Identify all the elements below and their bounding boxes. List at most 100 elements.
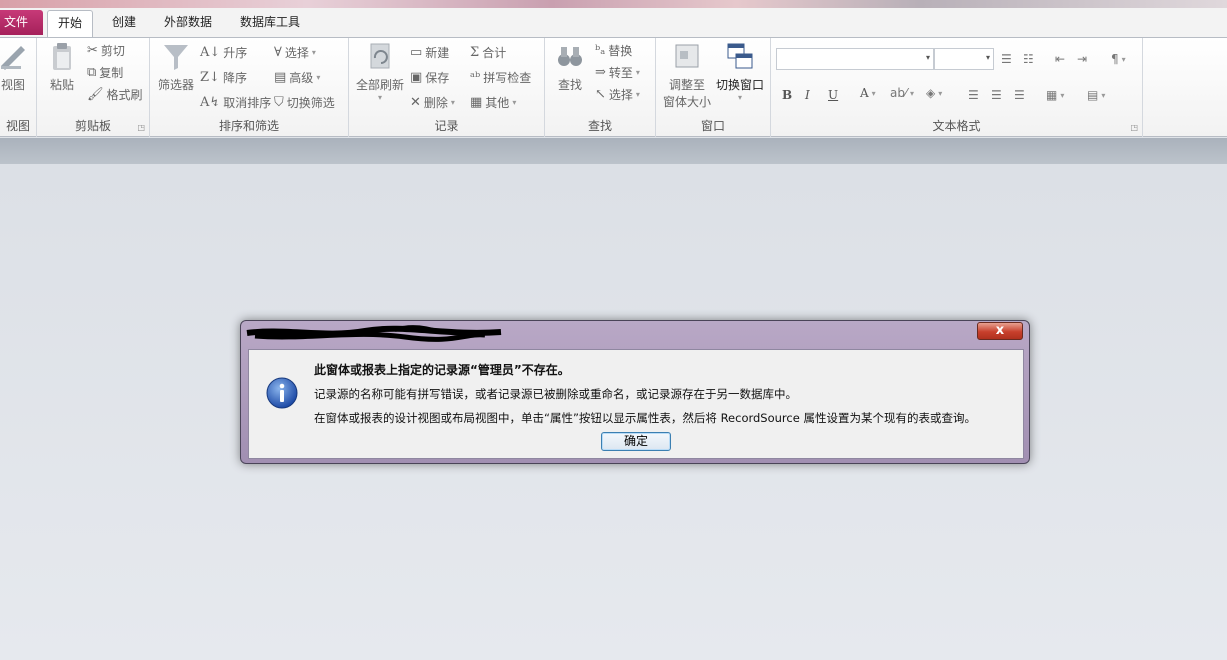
fill-color-button[interactable]: ◈ ▾ (926, 84, 942, 102)
paragraph-direction-icon: ¶ (1111, 52, 1119, 66)
format-painter-label: 格式刷 (106, 87, 143, 102)
text-format-launcher-icon[interactable]: ◳ (1130, 123, 1138, 132)
font-color-button[interactable]: A ▾ (860, 84, 876, 102)
sort-descending-button[interactable]: Z↓ 降序 (200, 68, 247, 86)
refresh-all-label: 全部刷新 (355, 78, 404, 92)
replace-icon: ᵇₐ (595, 42, 606, 58)
group-text-format: ▾ ▾ ☰ ☷ ⇤ ⇥ ¶ ▾ B I U A ▾ ab⁄ ▾ ◈ ▾ ☰ ☰ ☰ ▦ ▾… (771, 38, 1143, 137)
chevron-down-icon: ▾ (311, 47, 316, 57)
align-right-icon: ☰ (1014, 88, 1025, 102)
align-left-button[interactable]: ☰ (968, 86, 979, 104)
sort-ascending-icon: A↓ (200, 44, 221, 60)
underline-button[interactable]: U (828, 86, 838, 104)
remove-sort-button[interactable]: A↯ 取消排序 (200, 93, 271, 111)
increase-indent-icon: ⇥ (1077, 52, 1088, 66)
chevron-down-icon: ▾ (938, 88, 943, 98)
switch-windows-icon (727, 43, 753, 69)
cut-button[interactable]: ✂ 剪切 (87, 41, 125, 59)
font-color-icon: A (860, 86, 869, 100)
selection-filter-label: 选择 (284, 45, 309, 60)
spelling-label: 拼写检查 (483, 70, 532, 85)
dialog-message-line-2: 在窗体或报表的设计视图或布局视图中，单击“属性”按钮以显示属性表，然后将 Rec… (314, 411, 976, 425)
numbering-button[interactable]: ☷ (1023, 50, 1034, 68)
alternate-row-color-button[interactable]: ▤ ▾ (1087, 86, 1105, 104)
find-button[interactable]: 查找 (553, 42, 587, 93)
tab-file[interactable]: 文件 (0, 10, 43, 35)
format-painter-button[interactable]: 🖌 格式刷 (87, 85, 143, 103)
advanced-filter-button[interactable]: ▤ 高级 ▾ (274, 68, 320, 86)
more-records-button[interactable]: ▦ 其他 ▾ (470, 93, 516, 111)
info-icon (266, 377, 298, 409)
group-label-clipboard: 剪贴板 (74, 119, 111, 133)
delete-record-button[interactable]: ✕ 删除 ▾ (410, 93, 455, 111)
size-to-fit-button[interactable]: 调整至 窗体大小 (662, 42, 712, 110)
more-icon: ▦ (470, 94, 483, 110)
sort-descending-icon: Z↓ (200, 69, 220, 85)
delete-icon: ✕ (410, 94, 421, 110)
group-label-records: 记录 (434, 119, 459, 133)
gridlines-button[interactable]: ▦ ▾ (1046, 86, 1064, 104)
new-record-button[interactable]: ▭ 新建 (410, 43, 449, 61)
binoculars-icon (558, 47, 582, 66)
toggle-filter-label: 切换筛选 (286, 95, 335, 110)
chevron-down-icon: ▾ (909, 88, 914, 98)
italic-button[interactable]: I (805, 86, 810, 104)
tab-database-tools[interactable]: 数据库工具 (230, 10, 310, 37)
chevron-down-icon: ▾ (737, 93, 742, 102)
paint-bucket-icon: ◈ (926, 86, 936, 100)
ok-button[interactable]: 确定 (601, 432, 671, 451)
chevron-down-icon: ▾ (1101, 90, 1106, 100)
increase-indent-button[interactable]: ⇥ (1077, 50, 1087, 68)
font-size-combo[interactable]: ▾ (934, 48, 994, 70)
more-records-label: 其他 (485, 95, 510, 110)
totals-button[interactable]: Σ 合计 (470, 43, 506, 61)
chevron-down-icon: ▾ (985, 53, 990, 62)
highlight-button[interactable]: ab⁄ ▾ (890, 84, 914, 102)
advanced-filter-label: 高级 (289, 70, 314, 85)
tab-home[interactable]: 开始 (47, 10, 94, 37)
size-to-fit-label-2: 窗体大小 (662, 95, 711, 109)
paste-button[interactable]: 粘贴 (45, 42, 79, 93)
tab-external-data[interactable]: 外部数据 (154, 10, 222, 37)
decrease-indent-button[interactable]: ⇤ (1055, 50, 1065, 68)
paragraph-direction-button[interactable]: ¶ ▾ (1111, 50, 1126, 68)
ribbon: 视图 视图 粘贴 ✂ 剪切 ⧉ 复制 🖌 格式刷 剪贴板 ◳ 筛选器 A↓ 升序 Z↓ 降… (0, 37, 1227, 137)
view-icon (1, 46, 25, 70)
spelling-button[interactable]: ᵃᵇ 拼写检查 (470, 68, 531, 86)
delete-record-label: 删除 (423, 95, 448, 110)
close-button[interactable]: x (977, 322, 1023, 340)
chevron-down-icon: ▾ (635, 67, 640, 77)
filter-button[interactable]: 筛选器 (156, 42, 196, 93)
chevron-down-icon: ▾ (1121, 54, 1126, 64)
highlight-icon: ab⁄ (890, 86, 907, 100)
selection-filter-button[interactable]: ∀ 选择 ▾ (274, 43, 316, 61)
spelling-icon: ᵃᵇ (470, 69, 481, 85)
chevron-down-icon: ▾ (925, 53, 930, 62)
ribbon-tabs: 文件 开始 创建 外部数据 数据库工具 (0, 8, 1227, 37)
replace-button[interactable]: ᵇₐ 替换 (595, 41, 632, 59)
clipboard-launcher-icon[interactable]: ◳ (137, 123, 145, 132)
view-button[interactable]: 视图 (0, 42, 28, 93)
error-dialog: x 此窗体或报表上指定的记录源“管理员”不存在。 记录源的名称可能有拼写错误，或… (240, 320, 1030, 464)
save-record-button[interactable]: ▣ 保存 (410, 68, 449, 86)
select-button[interactable]: ↖ 选择 ▾ (595, 85, 640, 103)
bold-button[interactable]: B (782, 86, 792, 104)
font-name-combo[interactable]: ▾ (776, 48, 934, 70)
bullets-button[interactable]: ☰ (1001, 50, 1012, 68)
refresh-all-button[interactable]: 全部刷新 ▾ (355, 42, 405, 102)
align-center-button[interactable]: ☰ (991, 86, 1002, 104)
goto-button[interactable]: ⇒ 转至 ▾ (595, 63, 640, 81)
align-right-button[interactable]: ☰ (1014, 86, 1025, 104)
copy-label: 复制 (99, 65, 124, 80)
switch-windows-button[interactable]: 切换窗口 ▾ (714, 42, 766, 102)
close-icon: x (995, 323, 1005, 338)
copy-button[interactable]: ⧉ 复制 (87, 63, 123, 81)
find-label: 查找 (557, 78, 582, 92)
sort-ascending-button[interactable]: A↓ 升序 (200, 43, 247, 61)
toggle-filter-button[interactable]: ⛉ 切换筛选 (274, 93, 335, 111)
new-record-icon: ▭ (410, 44, 423, 60)
decrease-indent-icon: ⇤ (1055, 52, 1066, 66)
scissors-icon: ✂ (87, 42, 98, 58)
tab-create[interactable]: 创建 (102, 10, 146, 37)
goto-label: 转至 (608, 65, 633, 80)
